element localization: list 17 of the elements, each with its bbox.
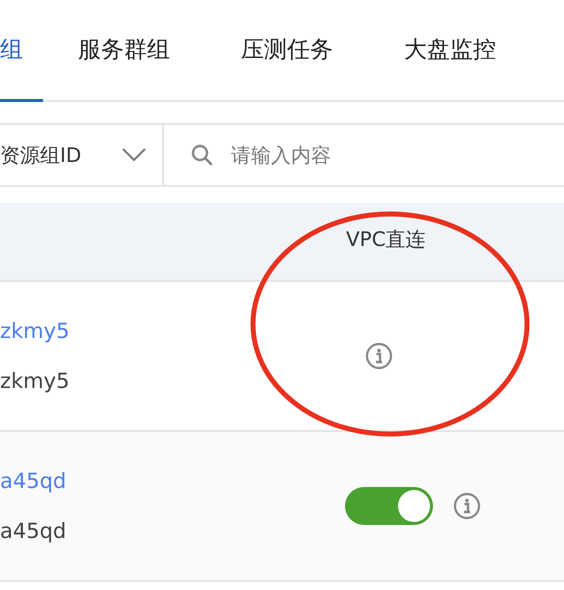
id-link[interactable]: zkmy5 [0, 319, 70, 343]
id-text: zkmy5 [0, 369, 70, 393]
column-header: VPC直连 [346, 226, 426, 253]
id-link[interactable]: a45qd [0, 469, 66, 493]
chevron-down-icon [122, 148, 146, 162]
tab[interactable]: 组 [0, 0, 43, 102]
vpc-toggle[interactable] [345, 487, 433, 525]
id-text: a45qd [0, 519, 68, 543]
select-value: 资源组ID [0, 142, 82, 168]
tab[interactable]: 服务群组 [43, 0, 206, 102]
resource-select[interactable]: 资源组ID [0, 125, 164, 185]
search-icon [191, 144, 213, 166]
tab[interactable]: 压测任务 [206, 0, 369, 102]
tab[interactable]: 大盘监控 [369, 0, 532, 102]
search-field[interactable]: 请输入内容 [229, 142, 533, 168]
info-icon[interactable] [365, 342, 393, 370]
info-icon[interactable] [453, 492, 481, 520]
